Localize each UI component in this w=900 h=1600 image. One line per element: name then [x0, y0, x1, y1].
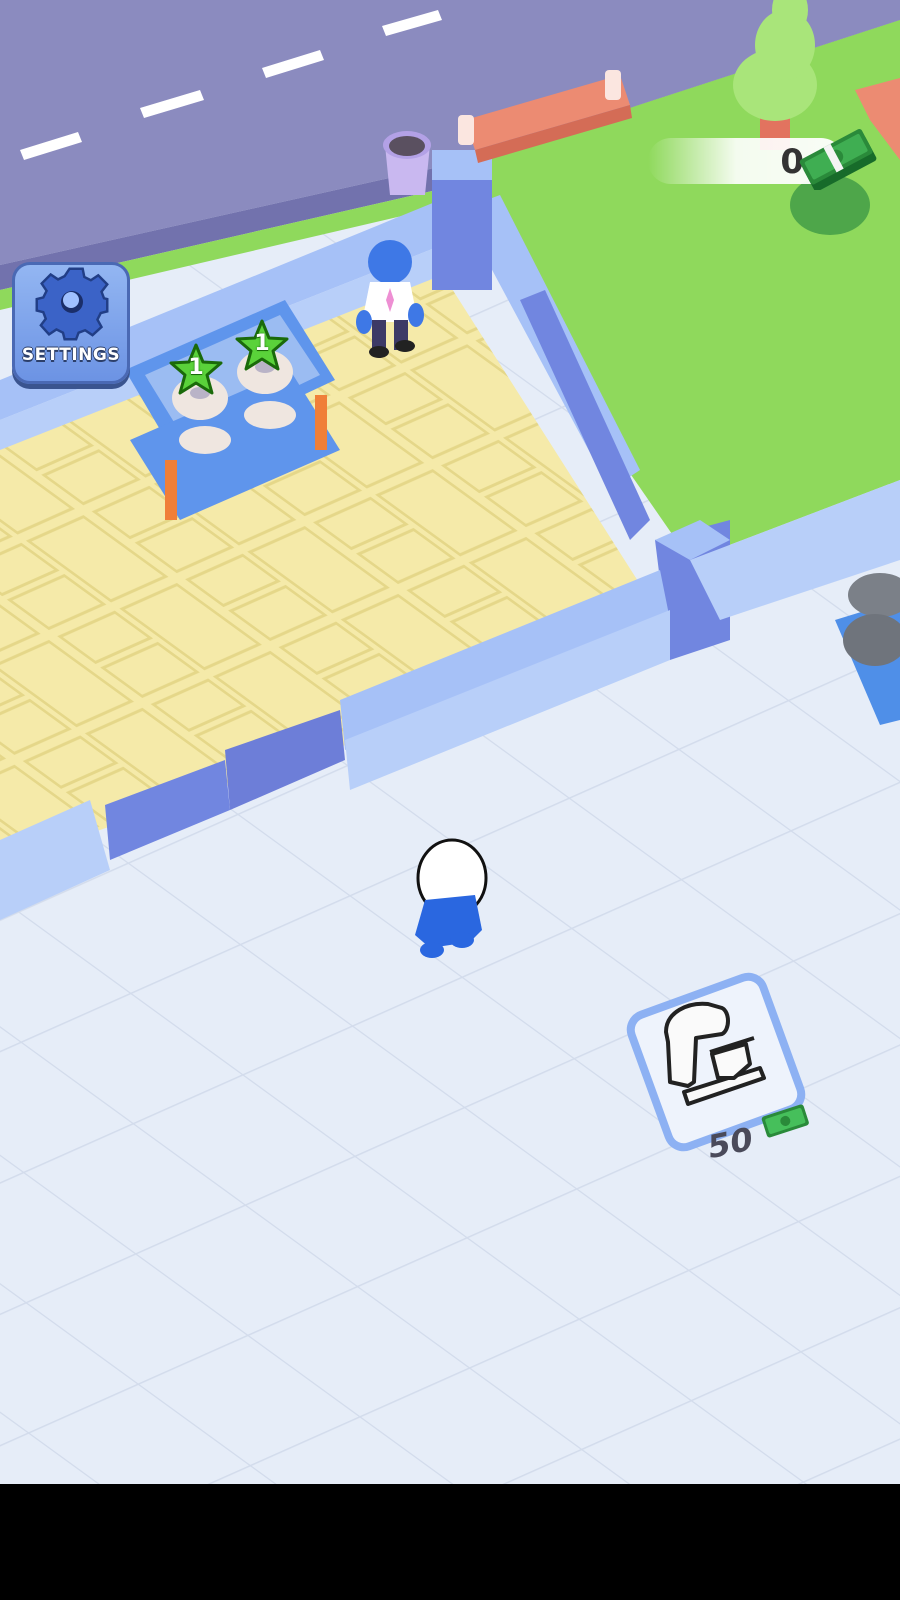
money-counter: 0 [648, 128, 878, 190]
donut [244, 401, 296, 429]
settings-label: SETTINGS [21, 345, 121, 365]
donut-count-label: 1 [188, 355, 204, 380]
donut-count-star: 1 [168, 342, 224, 398]
cash-stack-icon [799, 128, 877, 190]
system-nav-bar [0, 1484, 900, 1600]
trash-can [383, 131, 431, 195]
donut-count-label: 1 [254, 331, 270, 356]
game-viewport[interactable]: 0 SETTINGS 1 1 50 [0, 0, 900, 1484]
donut-count-star: 1 [234, 318, 290, 374]
money-value: 0 [780, 142, 804, 182]
settings-button[interactable]: SETTINGS [12, 262, 130, 384]
gear-icon [35, 267, 109, 341]
cash-icon [761, 1104, 809, 1138]
donut [179, 426, 231, 454]
game-scene [0, 0, 900, 1484]
